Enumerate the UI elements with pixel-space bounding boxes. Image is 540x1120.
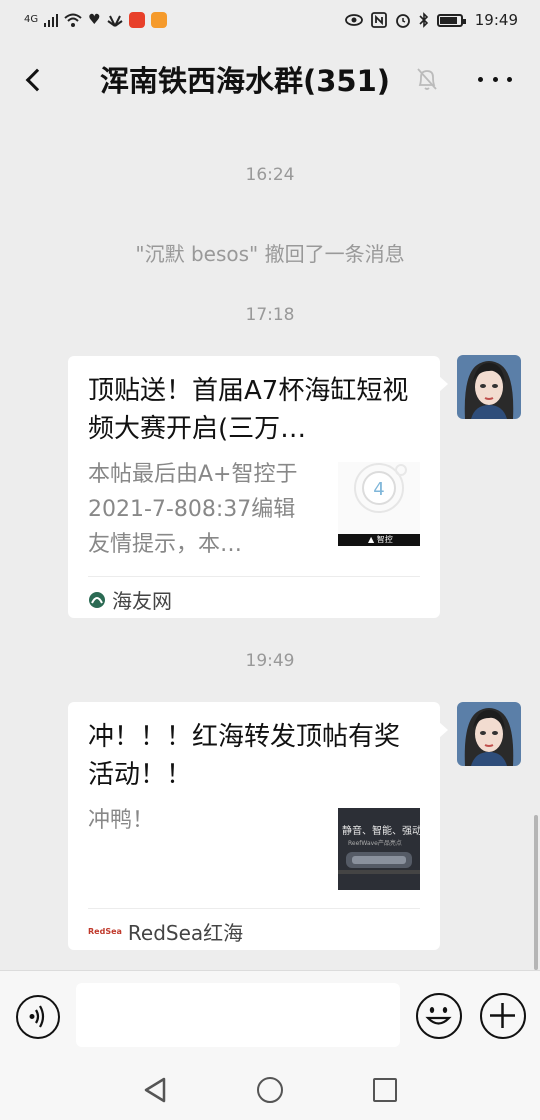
alarm-icon (395, 14, 410, 28)
eye-icon (344, 14, 363, 26)
scrollbar[interactable] (534, 815, 538, 970)
app-notification-icon-2 (150, 12, 167, 28)
status-bar: 4G ♥ 19:49 (0, 0, 540, 40)
nfc-icon (370, 12, 387, 28)
divider (88, 576, 420, 577)
avatar-portrait-icon (457, 355, 521, 419)
nav-home-circle-icon[interactable] (257, 1077, 283, 1103)
link-card[interactable]: 冲！！！红海转发顶帖有奖活动！！ 冲鸭！ 静音、智能、强动 ReefWave产品… (68, 702, 448, 950)
source-logo-text: RedSea (88, 927, 122, 936)
thumbnail-caption: ▲ 智控 (368, 535, 393, 544)
mute-bell-icon (417, 68, 437, 90)
dot-icon (507, 76, 512, 82)
svg-text:4: 4 (373, 479, 384, 500)
link-card[interactable]: 顶贴送！首届A7杯海缸短视频大赛开启(三万… 本帖最后由A+智控于2021-7-… (68, 356, 448, 618)
emoji-button[interactable] (416, 993, 462, 1039)
bluetooth-icon (419, 12, 428, 28)
signal-icon (44, 14, 59, 27)
health-heart-icon: ♥ (88, 12, 101, 28)
message-input[interactable] (76, 983, 400, 1047)
smiley-icon (425, 1007, 452, 1025)
voice-icon (29, 1005, 45, 1028)
dot-icon (478, 76, 483, 82)
network-type-label: 4G (24, 14, 39, 25)
input-bar (0, 970, 540, 1060)
chat-header: 浑南铁西海水群(351) (0, 40, 540, 120)
user-avatar[interactable] (457, 355, 521, 419)
voice-input-button[interactable] (16, 995, 60, 1039)
card-source: 海友网 (88, 585, 172, 614)
card-description: 本帖最后由A+智控于2021-7-808:37编辑友情提示，本… (88, 462, 298, 557)
divider (88, 908, 420, 909)
app-notification-icon (128, 12, 145, 28)
dot-icon (492, 76, 498, 82)
timestamp: 16:24 (245, 165, 295, 185)
group-title: 浑南铁西海水群(351) (100, 64, 391, 98)
status-time: 19:49 (474, 11, 518, 29)
card-thumbnail: 静音、智能、强动 ReefWave产品亮点 (338, 808, 420, 890)
timestamp: 17:18 (245, 305, 295, 325)
more-options-button[interactable] (478, 66, 512, 92)
chevron-left-icon (25, 68, 49, 92)
huawei-icon (107, 15, 123, 27)
nav-recent-square-icon[interactable] (373, 1078, 397, 1102)
plus-icon (490, 1003, 515, 1028)
back-button[interactable] (18, 60, 49, 100)
more-functions-button[interactable] (480, 993, 526, 1039)
card-source: RedSea RedSea红海 (88, 917, 243, 946)
battery-icon (436, 13, 466, 27)
card-thumbnail: 4 ▲ 智控 (338, 462, 420, 546)
avatar-portrait-icon (457, 702, 521, 766)
wifi-icon (64, 13, 82, 27)
timestamp: 19:49 (245, 651, 295, 671)
source-name: RedSea红海 (127, 921, 244, 945)
card-title: 顶贴送！首届A7杯海缸短视频大赛开启(三万… (88, 376, 409, 444)
source-name: 海友网 (112, 589, 172, 613)
recall-notice: "沉默 besos" 撤回了一条消息 (135, 242, 405, 266)
source-logo-icon (89, 591, 105, 608)
card-description: 冲鸭！ (88, 808, 155, 833)
user-avatar[interactable] (457, 702, 521, 766)
card-title: 冲！！！红海转发顶帖有奖活动！！ (88, 722, 401, 790)
nav-back-triangle-icon[interactable] (140, 1076, 170, 1104)
system-navigation-bar (0, 1060, 540, 1120)
pump-device-icon (338, 852, 420, 874)
